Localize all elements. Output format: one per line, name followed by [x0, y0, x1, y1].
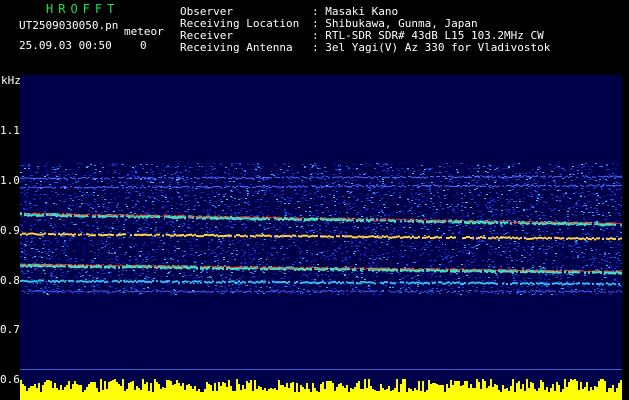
antenna-value: : 3el Yagi(V) Az 330 for Vladivostok: [312, 41, 551, 54]
app-title: HROFFT: [46, 2, 120, 16]
spectrogram-image: [20, 163, 622, 400]
y-axis-unit: kHz: [1, 74, 21, 87]
y-tick-label: 0.8: [0, 274, 20, 287]
meteor-tag: meteor: [124, 25, 164, 38]
antenna-label: Receiving Antenna: [180, 41, 293, 54]
y-tick-label: 0.7: [0, 323, 20, 336]
spectrogram-plot: [20, 75, 622, 400]
counter: 0: [140, 39, 147, 52]
y-tick-label: 1.1: [0, 124, 20, 137]
y-tick-label: 0.9: [0, 224, 20, 237]
y-tick-label: 1.0: [0, 174, 20, 187]
file-name: UT2509030050.pn: [19, 19, 119, 32]
y-tick-label: 0.6: [0, 373, 20, 386]
date-time: 25.09.03 00:50: [19, 39, 112, 52]
